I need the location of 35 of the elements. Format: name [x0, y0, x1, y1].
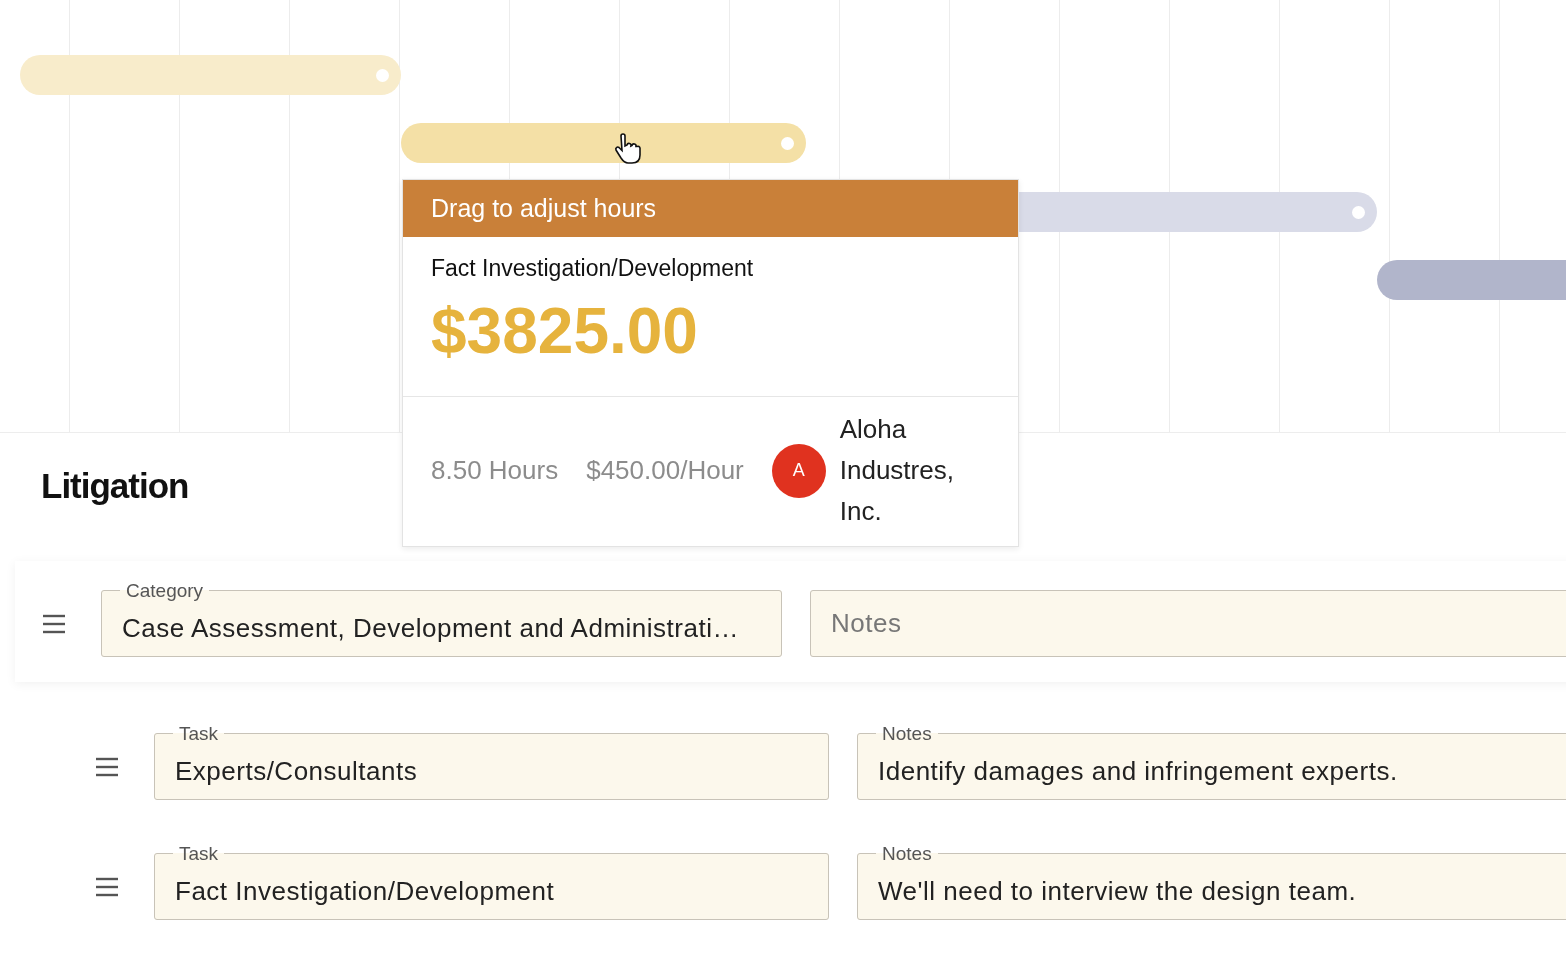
text-input[interactable]: Identify damages and infringement experts. — [878, 755, 1566, 787]
task-field[interactable]: Task Fact Investigation/Development — [154, 844, 829, 920]
timeline-bar[interactable] — [20, 55, 401, 95]
text-input[interactable]: Experts/Consultants — [175, 755, 808, 787]
client-avatar: A — [771, 443, 826, 498]
field-label: Category — [125, 581, 205, 600]
task-field[interactable]: Task Experts/Consultants — [154, 724, 829, 800]
drag-handle-icon[interactable] — [95, 756, 119, 777]
hand-cursor-icon — [612, 133, 642, 165]
resize-handle[interactable] — [376, 68, 389, 82]
text-input[interactable]: We'll need to interview the design team. — [878, 875, 1566, 907]
notes-field[interactable]: Notes We'll need to interview the design team. — [857, 844, 1566, 920]
drag-handle-icon[interactable] — [42, 613, 66, 634]
section-title: Litigation — [40, 465, 189, 507]
hours-text: 8.50 Hours — [431, 455, 559, 486]
timeline-bar[interactable] — [1377, 260, 1566, 300]
field-label: Task — [178, 844, 220, 863]
rate-text: $450.00/Hour — [586, 455, 744, 486]
amount-text: $3825.00 — [431, 294, 699, 368]
resize-handle[interactable] — [1352, 205, 1365, 219]
field-label: Task — [178, 724, 220, 743]
text-input[interactable]: Notes — [831, 608, 1566, 639]
notes-field[interactable]: Notes — [810, 590, 1566, 657]
client-name: Aloha Industres, Inc. — [839, 413, 955, 528]
field-label: Notes — [881, 724, 933, 743]
field-label: Notes — [881, 844, 933, 863]
timeline-bar[interactable] — [401, 123, 806, 163]
drag-handle-icon[interactable] — [95, 876, 119, 897]
resize-handle[interactable] — [781, 136, 794, 150]
category-field[interactable]: Category Case Assessment, Development and Administrati… — [101, 581, 782, 657]
text-input[interactable]: Case Assessment, Development and Administrati… — [122, 612, 761, 644]
tooltip-header: Drag to adjust hours — [403, 180, 1018, 237]
text-input[interactable]: Fact Investigation/Development — [175, 875, 808, 907]
task-title: Fact Investigation/Development — [431, 255, 755, 282]
notes-field[interactable]: Notes Identify damages and infringement experts. — [857, 724, 1566, 800]
